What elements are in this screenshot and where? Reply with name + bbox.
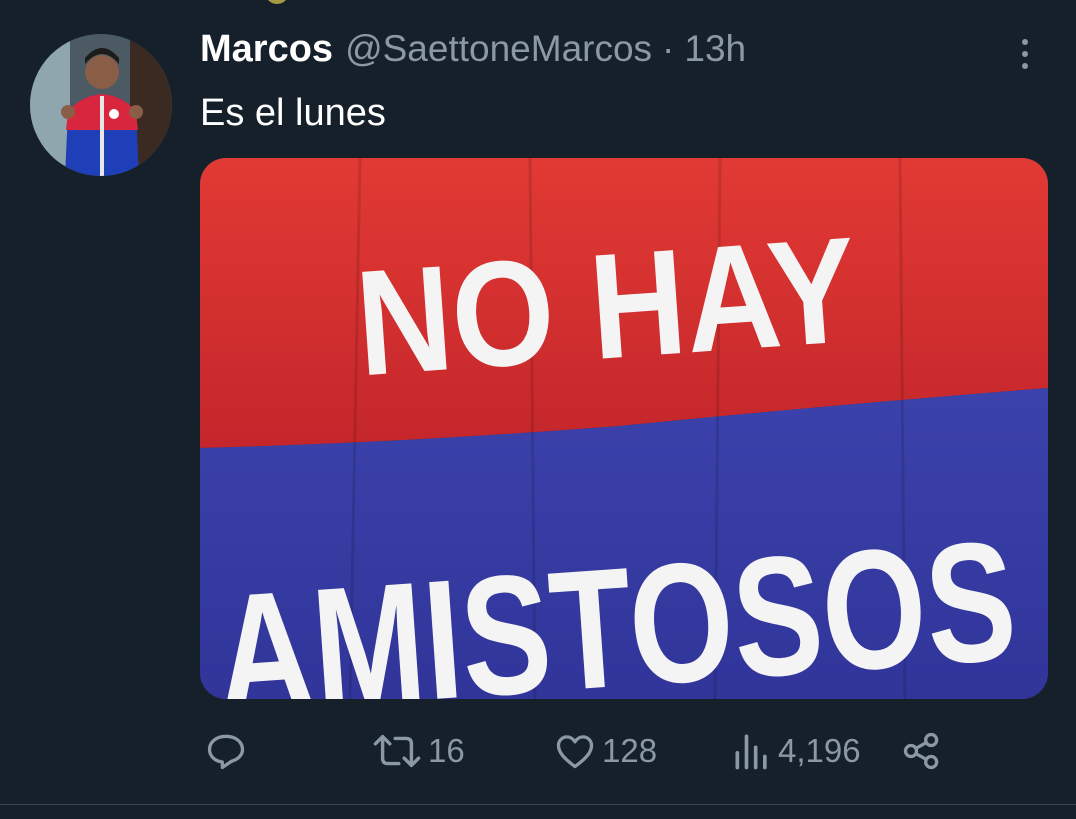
share-button[interactable] bbox=[900, 726, 944, 776]
more-dot-icon bbox=[1022, 63, 1028, 69]
retweet-count: 16 bbox=[428, 732, 465, 769]
header-separator: · bbox=[662, 28, 675, 69]
author-name[interactable]: Marcos bbox=[200, 28, 333, 71]
like-count: 128 bbox=[602, 732, 658, 769]
heart-icon bbox=[556, 735, 594, 769]
avatar-image bbox=[30, 34, 172, 176]
reply-icon bbox=[207, 734, 245, 770]
avatar[interactable] bbox=[30, 34, 172, 176]
views-button[interactable]: 4,196 bbox=[730, 726, 861, 776]
tweet-media[interactable]: NO HAY AMISTOSOS bbox=[200, 158, 1048, 699]
view-count: 4,196 bbox=[778, 732, 861, 769]
flag-photo: NO HAY AMISTOSOS bbox=[200, 158, 1048, 699]
tweet-divider bbox=[0, 804, 1076, 805]
previous-tweet-avatar-edge bbox=[265, 0, 289, 4]
author-handle[interactable]: @SaettoneMarcos bbox=[345, 28, 652, 70]
retweet-icon bbox=[373, 734, 421, 768]
more-dot-icon bbox=[1022, 51, 1028, 57]
tweet-text: Es el lunes bbox=[200, 92, 386, 134]
tweet-actions: 16 128 4,196 bbox=[200, 726, 960, 776]
tweet-timestamp[interactable]: 13h bbox=[684, 28, 746, 70]
reply-button[interactable] bbox=[204, 726, 248, 776]
more-dot-icon bbox=[1022, 39, 1028, 45]
tweet-header: Marcos @SaettoneMarcos · 13h bbox=[200, 28, 746, 78]
more-options-button[interactable] bbox=[1008, 34, 1042, 74]
like-button[interactable]: 128 bbox=[552, 726, 657, 776]
share-icon bbox=[903, 732, 939, 770]
retweet-button[interactable]: 16 bbox=[370, 726, 465, 776]
views-icon bbox=[735, 734, 767, 770]
banner-line1: NO HAY bbox=[351, 205, 862, 407]
